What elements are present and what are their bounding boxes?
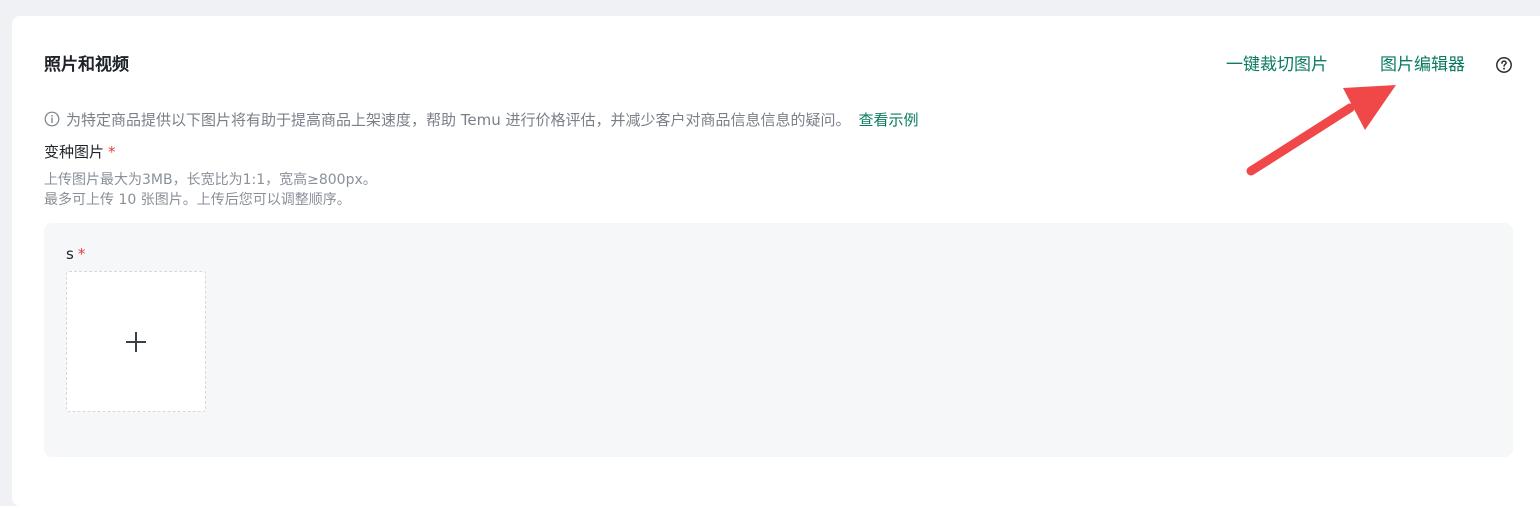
section-title: 照片和视频 <box>44 55 129 75</box>
plus-icon <box>126 332 146 352</box>
variant-name: s <box>66 245 74 263</box>
info-circle-icon <box>44 111 60 127</box>
view-example-link[interactable]: 查看示例 <box>859 109 919 130</box>
image-upload-box[interactable] <box>66 271 206 412</box>
variant-required-mark: * <box>77 245 86 263</box>
variant-images-label: 变种图片 * <box>44 142 116 162</box>
question-circle-icon[interactable] <box>1495 56 1513 74</box>
image-editor-link[interactable]: 图片编辑器 <box>1380 53 1465 77</box>
variant-upload-panel <box>44 223 1513 457</box>
upload-count-hint: 最多可上传 10 张图片。上传后您可以调整顺序。 <box>44 192 351 208</box>
upload-size-hint: 上传图片最大为3MB，长宽比为1:1，宽高≥800px。 <box>44 172 377 188</box>
one-click-crop-link[interactable]: 一键裁切图片 <box>1226 53 1328 77</box>
variant-name-label: s * <box>66 244 85 264</box>
variant-images-label-text: 变种图片 <box>44 143 105 161</box>
info-text: 为特定商品提供以下图片将有助于提高商品上架速度，帮助 Temu 进行价格评估，并… <box>66 110 851 129</box>
info-notice: 为特定商品提供以下图片将有助于提高商品上架速度，帮助 Temu 进行价格评估，并… <box>44 108 919 130</box>
required-mark: * <box>108 143 116 161</box>
